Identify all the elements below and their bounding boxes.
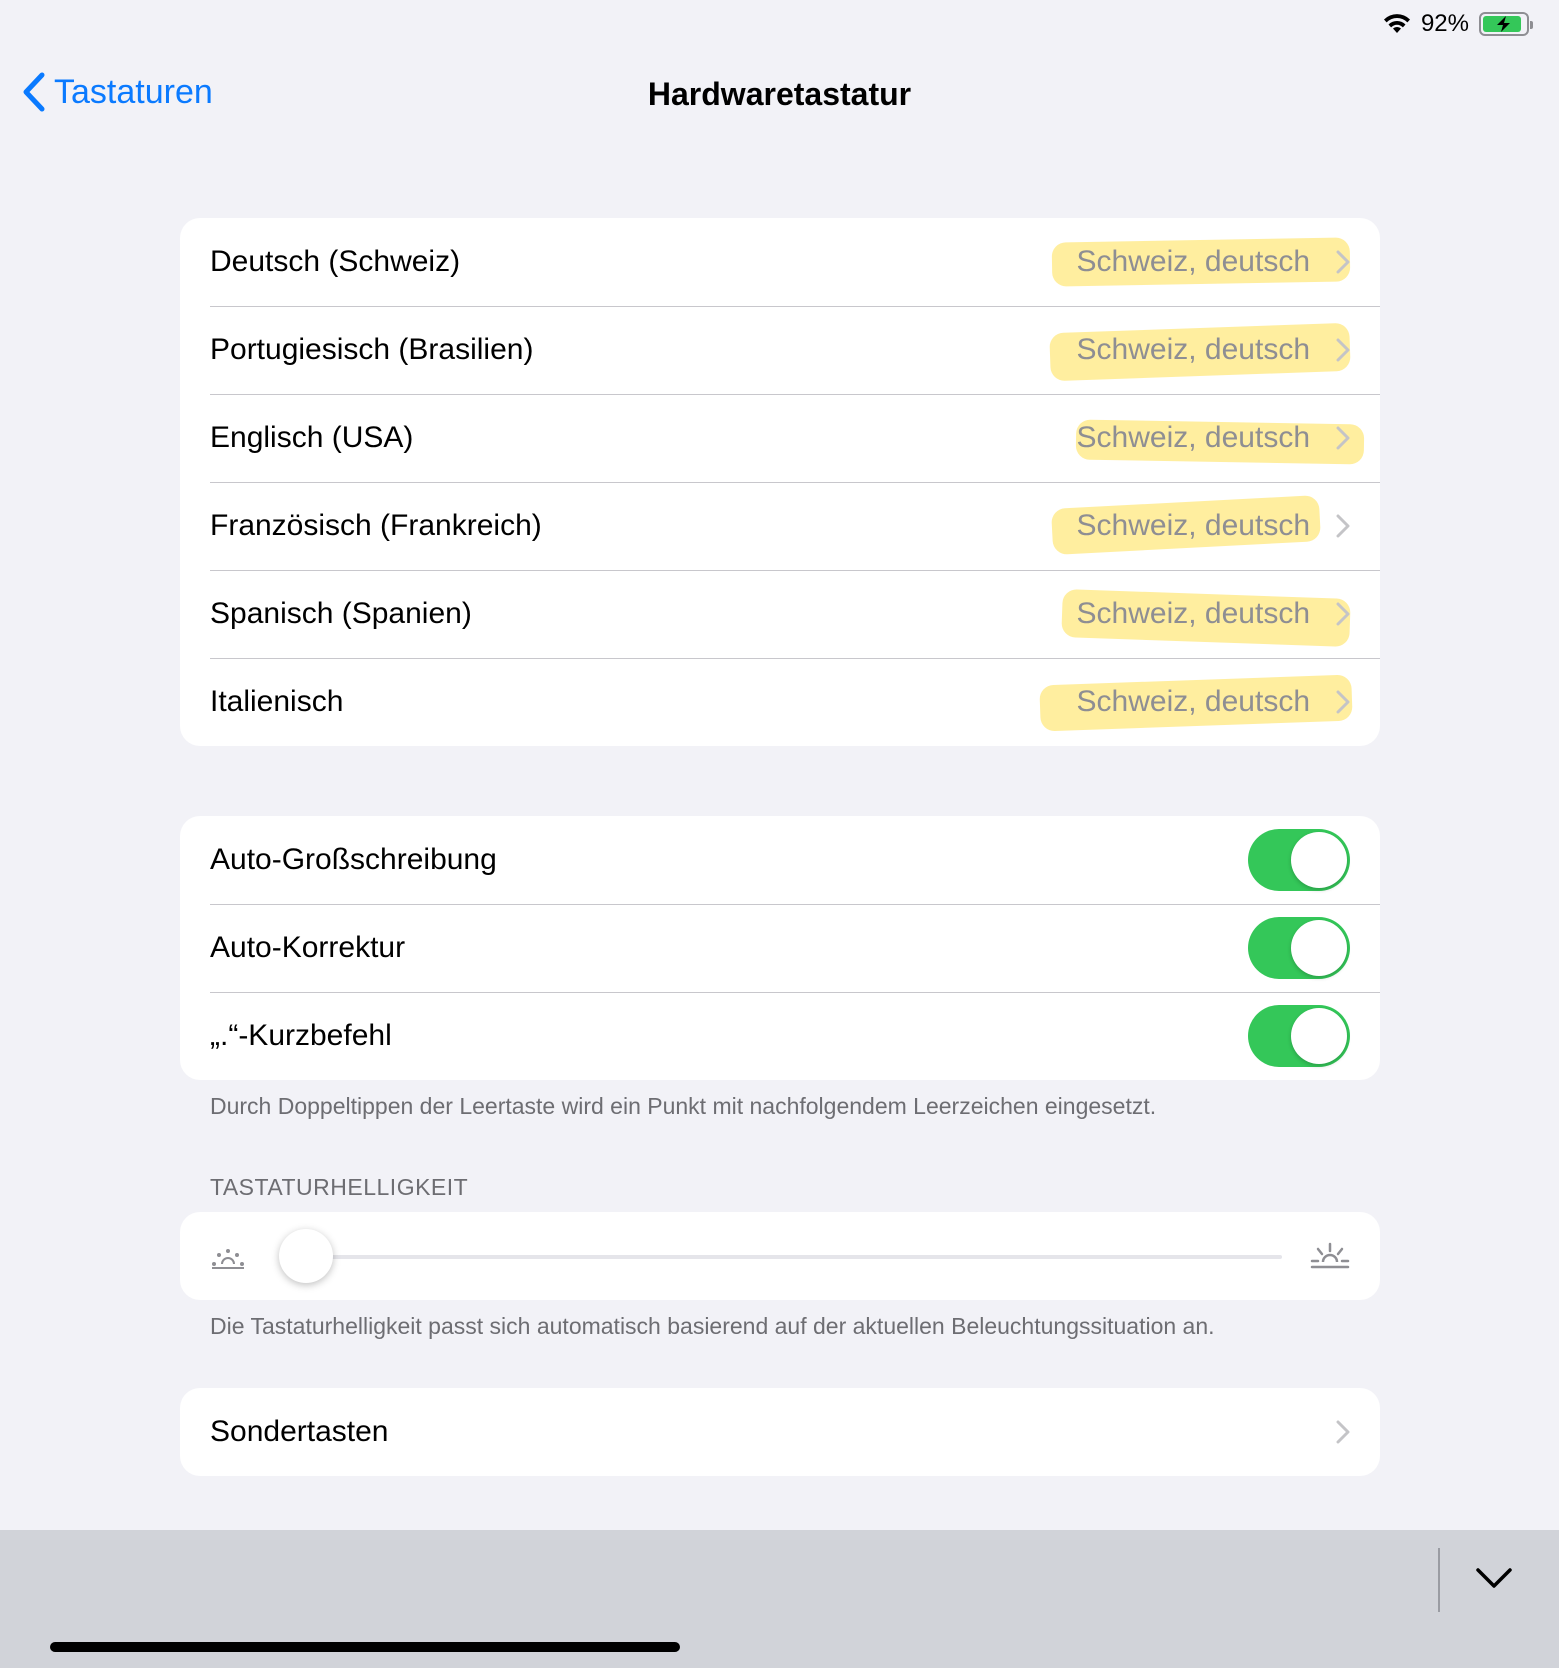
chevron-down-icon[interactable] (1470, 1558, 1518, 1598)
typing-options-group: Auto-Großschreibung Auto-Korrektur „.“-K… (180, 816, 1380, 1080)
brightness-low-icon (212, 1249, 244, 1269)
special-keys-label: Sondertasten (210, 1415, 389, 1448)
brightness-slider-track[interactable] (302, 1255, 1282, 1259)
chevron-right-icon (1336, 250, 1350, 274)
special-keys-row[interactable]: Sondertasten (180, 1388, 1380, 1476)
battery-percent: 92% (1420, 10, 1469, 37)
toggle-row-period-shortcut: „.“-Kurzbefehl (180, 992, 1380, 1080)
layout-row-label: Spanisch (Spanien) (210, 597, 472, 630)
layout-row-value: Schweiz, deutsch (1076, 245, 1310, 278)
toggle-row-auto-capitalization: Auto-Großschreibung (180, 816, 1380, 904)
layout-row-value: Schweiz, deutsch (1076, 509, 1310, 542)
layout-row-label: Portugiesisch (Brasilien) (210, 333, 534, 366)
layout-row-label: Italienisch (210, 685, 344, 718)
toggle-row-auto-correction: Auto-Korrektur (180, 904, 1380, 992)
chevron-right-icon (1336, 514, 1350, 538)
special-keys-group: Sondertasten (180, 1388, 1380, 1476)
wifi-icon (1383, 14, 1410, 33)
layout-row-label: Französisch (Frankreich) (210, 509, 542, 542)
keyboard-layouts-group: Deutsch (Schweiz) Schweiz, deutsch Portu… (180, 218, 1380, 746)
toggle-row-label: Auto-Großschreibung (210, 843, 497, 876)
layout-row-portugiesisch-brasilien[interactable]: Portugiesisch (Brasilien) Schweiz, deuts… (180, 306, 1380, 394)
layout-row-italienisch[interactable]: Italienisch Schweiz, deutsch (180, 658, 1380, 746)
period-shortcut-footer: Durch Doppeltippen der Leertaste wird ei… (210, 1093, 1157, 1119)
layout-row-label: Englisch (USA) (210, 421, 414, 454)
layout-row-value: Schweiz, deutsch (1076, 597, 1310, 630)
battery-icon (1479, 12, 1533, 36)
layout-row-value: Schweiz, deutsch (1076, 685, 1310, 718)
brightness-header: TASTATURHELLIGKEIT (210, 1174, 469, 1200)
toggle-row-label: Auto-Korrektur (210, 931, 406, 964)
brightness-slider-row (180, 1212, 1380, 1300)
page-title: Hardwaretastatur (647, 76, 912, 112)
chevron-right-icon (1336, 426, 1350, 450)
brightness-footer: Die Tastaturhelligkeit passt sich automa… (210, 1313, 1215, 1339)
charging-bolt-icon (1497, 16, 1510, 32)
layout-row-label: Deutsch (Schweiz) (210, 245, 461, 278)
chevron-right-icon (1336, 1420, 1350, 1444)
period-shortcut-switch[interactable] (1248, 1005, 1350, 1067)
layout-row-spanisch-spanien[interactable]: Spanisch (Spanien) Schweiz, deutsch (180, 570, 1380, 658)
layout-row-value: Schweiz, deutsch (1076, 333, 1310, 366)
chevron-right-icon (1336, 602, 1350, 626)
layout-row-englisch-usa[interactable]: Englisch (USA) Schweiz, deutsch (180, 394, 1380, 482)
brightness-group (180, 1212, 1380, 1300)
toggle-row-label: „.“-Kurzbefehl (210, 1019, 392, 1052)
status-bar: 92% (1383, 8, 1533, 40)
auto-correction-switch[interactable] (1248, 917, 1350, 979)
home-indicator (50, 1642, 680, 1652)
layout-row-franzoesisch-frankreich[interactable]: Französisch (Frankreich) Schweiz, deutsc… (180, 482, 1380, 570)
brightness-slider-thumb[interactable] (279, 1229, 333, 1283)
chevron-right-icon (1336, 690, 1350, 714)
chevron-right-icon (1336, 338, 1350, 362)
layout-row-value: Schweiz, deutsch (1076, 421, 1310, 454)
brightness-high-icon (1310, 1242, 1350, 1269)
layout-row-deutsch-schweiz[interactable]: Deutsch (Schweiz) Schweiz, deutsch (180, 218, 1380, 306)
accessory-divider (1438, 1548, 1440, 1612)
auto-capitalization-switch[interactable] (1248, 829, 1350, 891)
